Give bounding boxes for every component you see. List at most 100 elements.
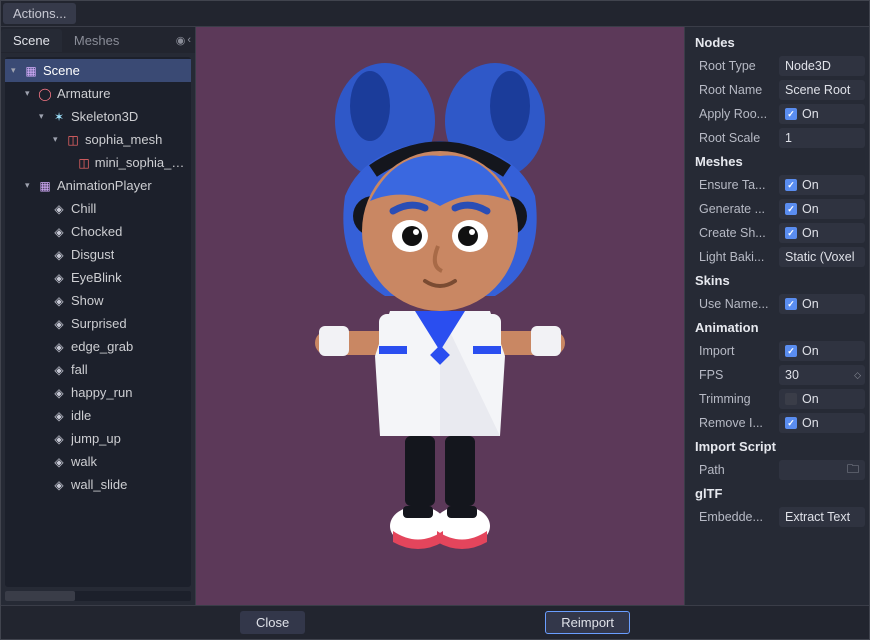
- prop-root-type: Root Type Node3D: [689, 54, 869, 78]
- import-dialog: Actions... Scene Meshes ◉ ‹ ▾▦Scene▾◯Arm…: [0, 0, 870, 640]
- expander-icon[interactable]: ▾: [25, 180, 35, 191]
- expander-icon[interactable]: ▾: [53, 134, 63, 145]
- tree-node[interactable]: ▾◫sophia_mesh: [5, 128, 191, 151]
- prop-label: Light Baki...: [699, 250, 779, 264]
- tree-node[interactable]: ▾▦ AnimationPlayer: [5, 174, 191, 197]
- embedded-image-dropdown[interactable]: Extract Text: [779, 507, 865, 527]
- remove-immutable-checkbox[interactable]: On: [779, 413, 865, 433]
- section-import-script: Import Script: [689, 435, 869, 458]
- tree-node[interactable]: ▾✶Skeleton3D: [5, 105, 191, 128]
- left-tabs: Scene Meshes ◉ ‹: [1, 27, 195, 53]
- prop-apply-root: Apply Roo... On: [689, 102, 869, 126]
- tree-node[interactable]: ▸◫mini_sophia_noik_0: [5, 151, 191, 174]
- light-baking-dropdown[interactable]: Static (Voxel: [779, 247, 865, 267]
- chevron-left-icon[interactable]: ‹: [187, 34, 191, 47]
- clip-icon: ◈: [51, 247, 67, 263]
- clip-icon: ◈: [51, 270, 67, 286]
- tree-node[interactable]: ▸◈Chocked: [5, 220, 191, 243]
- prop-label: Import: [699, 344, 779, 358]
- tab-nav-icons: ◉ ‹: [176, 34, 195, 47]
- tree-node-label: jump_up: [71, 431, 121, 446]
- use-named-skins-checkbox[interactable]: On: [779, 294, 865, 314]
- tab-scene[interactable]: Scene: [1, 29, 62, 52]
- tree-node-label: fall: [71, 362, 88, 377]
- ensure-tangents-checkbox[interactable]: On: [779, 175, 865, 195]
- tree-node-label: Scene: [43, 63, 80, 78]
- character-preview: [275, 56, 605, 576]
- generate-lods-checkbox[interactable]: On: [779, 199, 865, 219]
- tree-node-label: sophia_mesh: [85, 132, 162, 147]
- tree-node[interactable]: ▸◈idle: [5, 404, 191, 427]
- tree-node[interactable]: ▸◈happy_run: [5, 381, 191, 404]
- tree-node[interactable]: ▸◈Disgust: [5, 243, 191, 266]
- root-type-field[interactable]: Node3D: [779, 56, 865, 76]
- expander-icon[interactable]: ▾: [11, 65, 21, 76]
- tree-node[interactable]: ▸◈wall_slide: [5, 473, 191, 496]
- clip-icon: ◈: [51, 454, 67, 470]
- prop-label: Use Name...: [699, 297, 779, 311]
- root-scale-field[interactable]: 1: [779, 128, 865, 148]
- actions-menu-button[interactable]: Actions...: [3, 3, 76, 24]
- dialog-buttons: Close Reimport: [1, 605, 869, 639]
- dialog-body: Scene Meshes ◉ ‹ ▾▦Scene▾◯Armature▾✶Skel…: [1, 27, 869, 605]
- trimming-checkbox[interactable]: On: [779, 389, 865, 409]
- tree-node[interactable]: ▾◯Armature: [5, 82, 191, 105]
- tree-node-label: AnimationPlayer: [57, 178, 152, 193]
- clip-icon: ◈: [51, 385, 67, 401]
- tree-node[interactable]: ▸◈edge_grab: [5, 335, 191, 358]
- apply-root-checkbox[interactable]: On: [779, 104, 865, 124]
- tree-node-label: edge_grab: [71, 339, 133, 354]
- tree-node[interactable]: ▸◈jump_up: [5, 427, 191, 450]
- tree-node-label: Armature: [57, 86, 110, 101]
- anim-import-checkbox[interactable]: On: [779, 341, 865, 361]
- prop-label: Trimming: [699, 392, 779, 406]
- tree-node-label: wall_slide: [71, 477, 127, 492]
- root-name-field[interactable]: Scene Root: [779, 80, 865, 100]
- checkbox-on-icon: [785, 345, 797, 357]
- clip-icon: ◈: [51, 339, 67, 355]
- tree-node-label: EyeBlink: [71, 270, 122, 285]
- clip-icon: ◈: [51, 477, 67, 493]
- prop-label: Ensure Ta...: [699, 178, 779, 192]
- scrollbar-thumb[interactable]: [5, 591, 75, 601]
- prop-label: Remove I...: [699, 416, 779, 430]
- tree-node[interactable]: ▸◈walk: [5, 450, 191, 473]
- prop-label: FPS: [699, 368, 779, 382]
- fps-spinner[interactable]: 30: [779, 365, 865, 385]
- eye-icon[interactable]: ◉: [176, 34, 186, 47]
- checkbox-off-icon: [785, 393, 797, 405]
- scene-icon: ▦: [23, 63, 39, 79]
- section-gltf: glTF: [689, 482, 869, 505]
- tab-meshes[interactable]: Meshes: [62, 29, 132, 52]
- prop-label: Path: [699, 463, 779, 477]
- tree-node[interactable]: ▸◈Surprised: [5, 312, 191, 335]
- tree-node[interactable]: ▸◈Show: [5, 289, 191, 312]
- inspector-panel: Nodes Root Type Node3D Root Name Scene R…: [684, 27, 869, 605]
- tree-hscrollbar[interactable]: [5, 591, 191, 601]
- checkbox-on-icon: [785, 417, 797, 429]
- expander-icon[interactable]: ▾: [39, 111, 49, 122]
- close-button[interactable]: Close: [240, 611, 305, 634]
- prop-root-scale: Root Scale 1: [689, 126, 869, 150]
- tree-node[interactable]: ▸◈fall: [5, 358, 191, 381]
- tree-node-label: Skeleton3D: [71, 109, 138, 124]
- section-animation: Animation: [689, 316, 869, 339]
- scene-tree[interactable]: ▾▦Scene▾◯Armature▾✶Skeleton3D▾◫sophia_me…: [5, 57, 191, 587]
- folder-icon[interactable]: 🗀: [847, 460, 859, 480]
- checkbox-on-icon: [785, 298, 797, 310]
- tree-node-label: walk: [71, 454, 97, 469]
- script-path-field[interactable]: 🗀: [779, 460, 865, 480]
- prop-label: Create Sh...: [699, 226, 779, 240]
- checkbox-on-icon: [785, 203, 797, 215]
- clip-icon: ◈: [51, 316, 67, 332]
- expander-icon[interactable]: ▾: [25, 88, 35, 99]
- tree-node-label: Chocked: [71, 224, 122, 239]
- tree-node[interactable]: ▾▦ Scene: [5, 59, 191, 82]
- clip-icon: ◈: [51, 224, 67, 240]
- tree-node[interactable]: ▸◈Chill: [5, 197, 191, 220]
- viewport-3d[interactable]: [196, 27, 684, 605]
- tree-node[interactable]: ▸◈EyeBlink: [5, 266, 191, 289]
- reimport-button[interactable]: Reimport: [545, 611, 630, 634]
- create-shadow-checkbox[interactable]: On: [779, 223, 865, 243]
- scene-icon: ▦: [37, 178, 53, 194]
